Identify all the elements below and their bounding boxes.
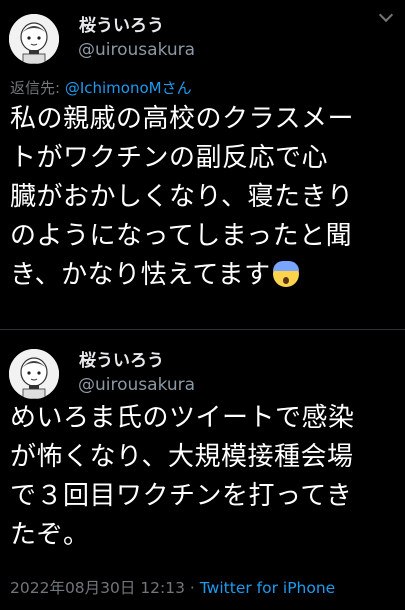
- divider: [0, 329, 405, 330]
- avatar-illustration-icon: [9, 14, 59, 64]
- tweet-meta: 2022年08月30日 12:13 · Twitter for iPhone: [10, 576, 335, 598]
- display-name[interactable]: 桜ういろう: [79, 11, 164, 36]
- display-name[interactable]: 桜ういろう: [79, 346, 164, 371]
- avatar[interactable]: [9, 14, 59, 64]
- tweet-reply[interactable]: 桜ういろう @uirousakura 返信先: @IchimonoMさん 私の親…: [0, 0, 405, 328]
- tweet-text-container: 私の親戚の高校のクラスメー トがワクチンの副反応で心 臓がおかしくなり、寝たきり…: [10, 100, 398, 295]
- tweet-text: めいろま氏のツイートで感染 が怖くなり、大規模接種会場 で３回目ワクチンを打って…: [10, 403, 355, 550]
- fearful-face-icon: [272, 261, 299, 287]
- user-handle[interactable]: @uirousakura: [78, 375, 195, 395]
- chevron-down-icon[interactable]: [379, 10, 393, 24]
- reply-to-line: 返信先: @IchimonoMさん: [10, 77, 192, 98]
- avatar[interactable]: [9, 349, 59, 399]
- reply-to-label: 返信先:: [10, 79, 65, 97]
- meta-separator: ·: [185, 579, 200, 597]
- avatar-illustration-icon: [9, 349, 59, 399]
- timestamp[interactable]: 2022年08月30日 12:13: [10, 579, 185, 597]
- tweet-text: 私の親戚の高校のクラスメー トがワクチンの副反応で心 臓がおかしくなり、寝たきり…: [10, 104, 354, 290]
- tweet-main[interactable]: 桜ういろう @uirousakura めいろま氏のツイートで感染 が怖くなり、大…: [0, 336, 405, 610]
- reply-to-user-link[interactable]: @IchimonoMさん: [65, 79, 192, 97]
- source-link[interactable]: Twitter for iPhone: [200, 579, 335, 597]
- user-handle[interactable]: @uirousakura: [78, 40, 195, 60]
